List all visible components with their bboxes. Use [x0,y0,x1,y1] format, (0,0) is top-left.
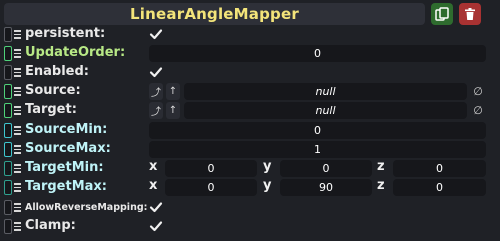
target-min-y-input[interactable]: 0 [280,160,372,177]
jump-to-reference-button[interactable]: ↑ [166,83,180,100]
field-source-max: SourceMax: 1 [0,140,500,159]
component-header: LinearAngleMapper [4,3,425,25]
menu-icon[interactable] [14,87,21,96]
clear-reference-button[interactable]: ∅ [471,102,485,119]
jump-to-reference-button[interactable]: ↑ [166,102,180,119]
target-min-z-input[interactable]: 0 [393,160,486,177]
menu-icon[interactable] [14,145,21,154]
checkmark-icon[interactable] [149,200,163,214]
field-source-min: SourceMin: 0 [0,121,500,140]
field-label: Enabled: [25,64,89,79]
update-order-input[interactable]: 0 [149,45,486,62]
drag-handle[interactable] [4,84,12,99]
field-label: SourceMax: [25,141,111,156]
field-label: persistent: [25,26,106,41]
set-reference-button[interactable]: ⤴ [149,102,163,119]
clear-reference-icon: ∅ [473,104,483,117]
field-label: SourceMin: [25,122,108,137]
z-axis-label: z [377,178,385,193]
x-axis-label: x [149,159,158,174]
delete-button[interactable] [459,3,481,25]
source-max-input[interactable]: 1 [149,141,486,158]
clear-reference-icon: ∅ [473,85,483,98]
field-target-min: TargetMin: x 0 y 0 z 0 [0,159,500,178]
y-axis-label: y [263,178,272,193]
set-reference-button[interactable]: ⤴ [149,83,163,100]
drag-handle[interactable] [4,200,12,215]
menu-icon[interactable] [14,222,21,231]
target-min-x-input[interactable]: 0 [165,160,257,177]
target-max-z-input[interactable]: 0 [393,179,486,196]
field-target: Target: ⤴ ↑ null ∅ [0,101,500,120]
drag-handle[interactable] [4,65,12,80]
menu-icon[interactable] [14,126,21,135]
target-max-x-input[interactable]: 0 [165,179,257,196]
source-min-input[interactable]: 0 [149,122,486,139]
drag-handle[interactable] [4,123,12,138]
field-persistent: persistent: [0,25,500,44]
x-axis-label: x [149,178,158,193]
clear-reference-button[interactable]: ∅ [471,83,485,100]
field-target-max: TargetMax: x 0 y 90 z 0 [0,178,500,197]
field-label: TargetMax: [25,179,108,194]
drag-handle[interactable] [4,161,12,176]
y-axis-label: y [263,159,272,174]
field-clamp: Clamp: [0,217,500,236]
field-update-order: UpdateOrder: 0 [0,44,500,63]
drag-handle[interactable] [4,46,12,61]
menu-icon[interactable] [14,49,21,58]
field-allow-reverse-mapping: AllowReverseMapping: [0,198,500,217]
target-max-y-input[interactable]: 90 [280,179,372,196]
trash-icon [465,8,475,20]
checkmark-icon[interactable] [149,27,163,41]
field-source: Source: ⤴ ↑ null ∅ [0,82,500,101]
drag-handle[interactable] [4,103,12,118]
component-title: LinearAngleMapper [130,5,299,23]
set-reference-icon: ⤴ [151,88,161,99]
source-reference-field[interactable]: null [184,83,467,100]
drag-handle[interactable] [4,180,12,195]
field-label: Target: [25,102,77,117]
menu-icon[interactable] [14,106,21,115]
set-reference-icon: ⤴ [151,107,161,118]
z-axis-label: z [377,159,385,174]
duplicate-icon [435,7,449,21]
checkmark-icon[interactable] [149,65,163,79]
jump-up-icon: ↑ [168,105,178,116]
field-label: TargetMin: [25,160,104,175]
target-reference-field[interactable]: null [184,102,467,119]
drag-handle[interactable] [4,219,12,234]
menu-icon[interactable] [14,68,21,77]
menu-icon[interactable] [14,203,21,212]
drag-handle[interactable] [4,142,12,157]
checkmark-icon[interactable] [149,219,163,233]
field-enabled: Enabled: [0,63,500,82]
duplicate-button[interactable] [431,3,453,25]
field-label: Clamp: [25,218,76,233]
menu-icon[interactable] [14,164,21,173]
field-label: Source: [25,83,81,98]
field-label: AllowReverseMapping: [25,202,148,213]
drag-handle[interactable] [4,27,12,42]
menu-icon[interactable] [14,30,21,39]
menu-icon[interactable] [14,183,21,192]
field-label: UpdateOrder: [25,45,126,60]
jump-up-icon: ↑ [168,86,178,97]
